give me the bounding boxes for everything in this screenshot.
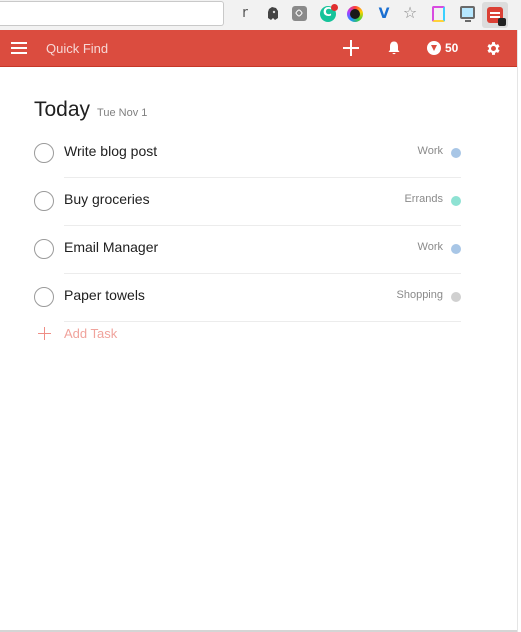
- evernote-icon[interactable]: [265, 6, 281, 22]
- monitor-icon[interactable]: [460, 6, 475, 22]
- task-item[interactable]: Write blog post Work: [34, 129, 461, 178]
- task-text[interactable]: Email Manager: [64, 239, 158, 255]
- task-item[interactable]: Email Manager Work: [34, 225, 461, 274]
- project-color-dot: [451, 148, 461, 158]
- add-task-label: Add Task: [64, 325, 118, 341]
- task-text[interactable]: Buy groceries: [64, 191, 150, 207]
- gear-icon[interactable]: [485, 40, 502, 57]
- add-icon[interactable]: [343, 40, 359, 56]
- row-divider: [64, 321, 461, 322]
- v-extension-icon[interactable]: V: [376, 6, 392, 22]
- project-label: Work: [417, 145, 443, 157]
- grammarly-icon[interactable]: [320, 4, 338, 22]
- task-checkbox[interactable]: [34, 239, 54, 259]
- page-title: Today: [34, 98, 91, 121]
- pocket-icon[interactable]: [292, 6, 307, 21]
- app-top-bar: 50: [0, 30, 517, 67]
- task-list: Write blog post Work Buy groceries Erran…: [34, 129, 461, 322]
- browser-toolbar: r V ☆: [0, 0, 521, 31]
- project-label: Work: [417, 241, 443, 253]
- task-text[interactable]: Write blog post: [64, 143, 157, 159]
- task-checkbox[interactable]: [34, 143, 54, 163]
- project-color-dot: [451, 196, 461, 206]
- project-label: Errands: [404, 193, 443, 205]
- address-bar[interactable]: [0, 1, 224, 26]
- add-task-button[interactable]: Add Task: [34, 321, 117, 345]
- bell-icon[interactable]: [386, 40, 402, 56]
- window-right-edge: [517, 30, 521, 632]
- color-picker-icon[interactable]: [347, 6, 363, 22]
- karma-count: 50: [445, 41, 459, 55]
- karma-indicator[interactable]: 50: [427, 40, 458, 56]
- task-item[interactable]: Paper towels Shopping: [34, 273, 461, 322]
- extension-badge: [498, 18, 506, 26]
- karma-icon: [427, 41, 441, 55]
- plus-icon: [38, 326, 51, 340]
- view-header: Today Tue Nov 1: [34, 98, 147, 122]
- quick-find-input[interactable]: [38, 35, 304, 61]
- task-checkbox[interactable]: [34, 287, 54, 307]
- bookmark-star-icon[interactable]: ☆: [402, 6, 418, 22]
- r-icon[interactable]: r: [240, 5, 250, 21]
- task-checkbox[interactable]: [34, 191, 54, 211]
- project-color-dot: [451, 244, 461, 254]
- document-icon[interactable]: [432, 6, 445, 22]
- header-date: Tue Nov 1: [97, 107, 148, 119]
- project-label: Shopping: [396, 289, 444, 301]
- todoist-extension-icon[interactable]: [482, 2, 508, 28]
- task-item[interactable]: Buy groceries Errands: [34, 177, 461, 226]
- task-text[interactable]: Paper towels: [64, 287, 145, 303]
- project-color-dot: [451, 292, 461, 302]
- hamburger-menu-icon[interactable]: [11, 41, 27, 54]
